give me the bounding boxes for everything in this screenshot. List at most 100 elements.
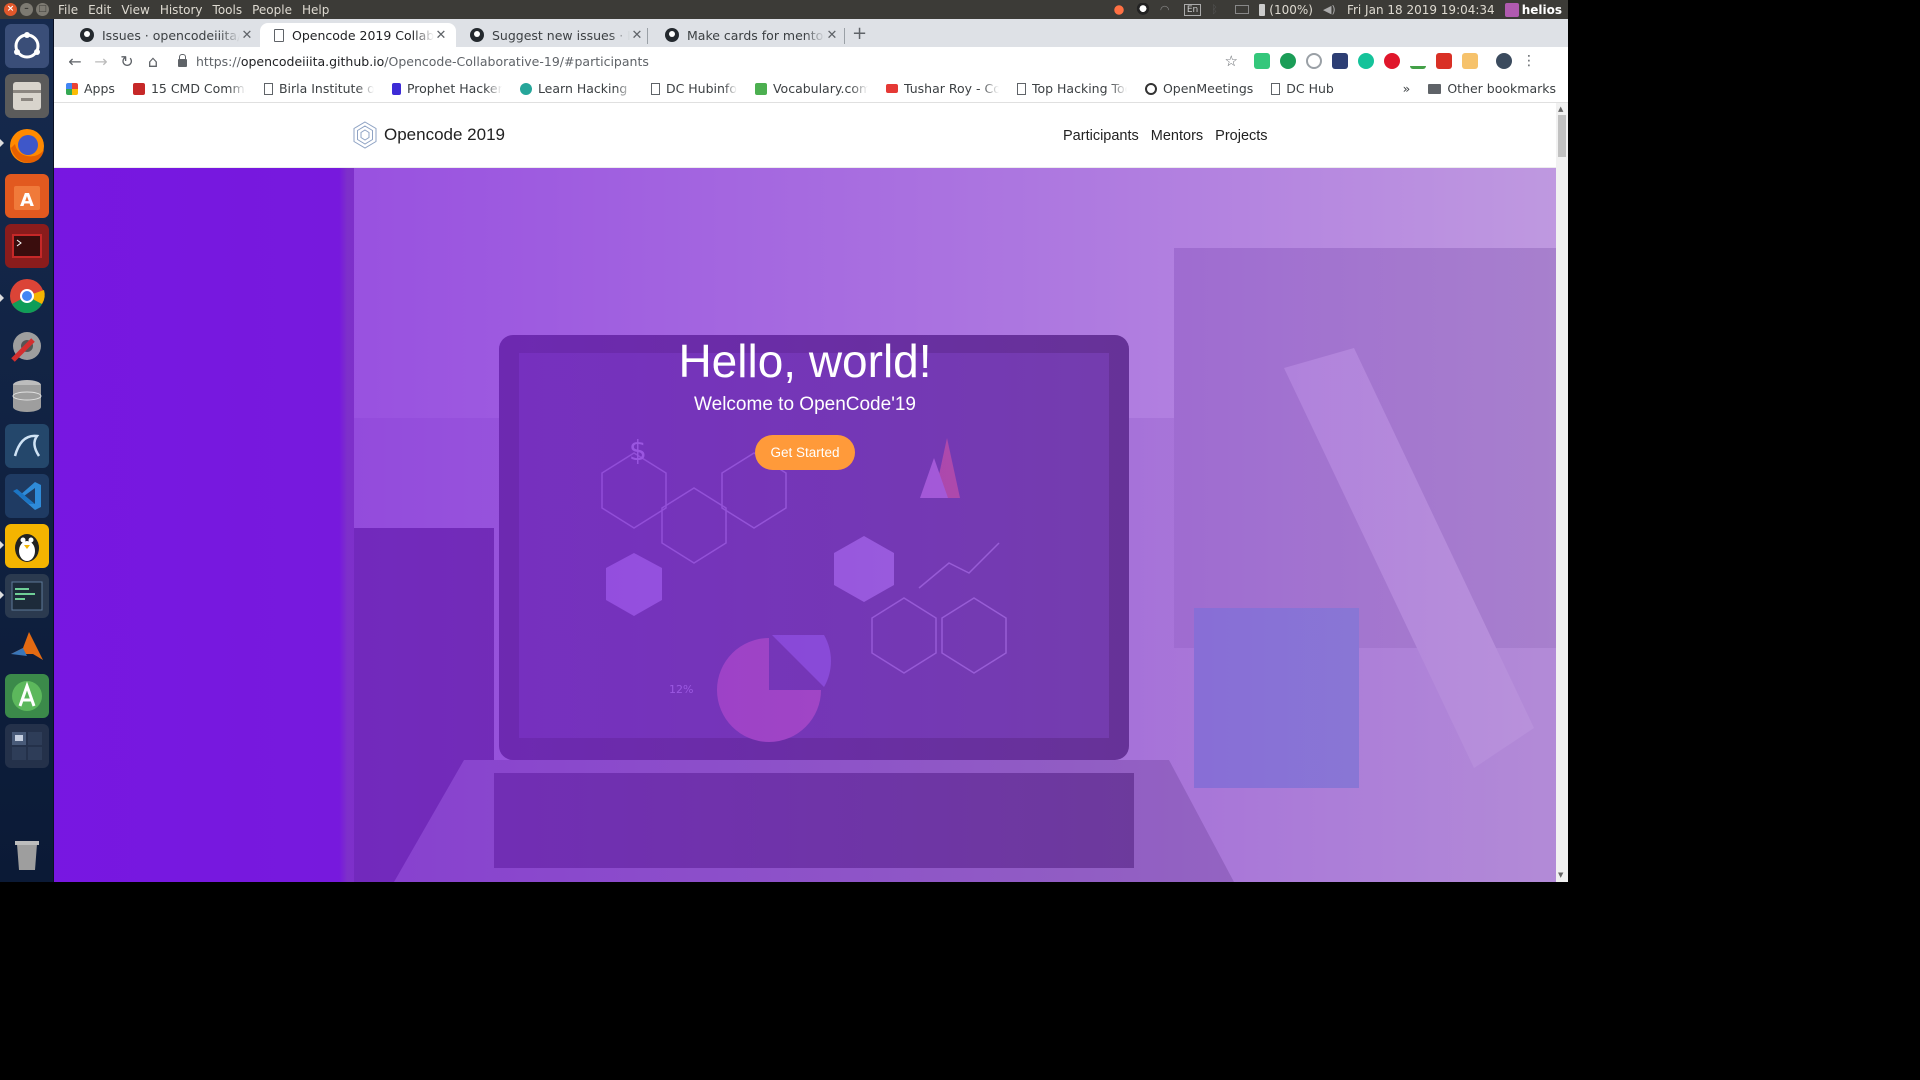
page-icon (1016, 82, 1026, 95)
tux-icon[interactable] (1135, 2, 1150, 17)
back-arrow-icon[interactable]: ← (62, 52, 88, 71)
menu-edit[interactable]: Edit (88, 3, 111, 17)
close-tab-icon[interactable]: ✕ (630, 28, 644, 43)
mail-icon[interactable] (1235, 5, 1250, 14)
tab-title: Suggest new issues · Issue (492, 27, 630, 43)
bookmark-prophet-hacker[interactable]: Prophet Hacker (391, 81, 502, 96)
opera-icon[interactable] (1384, 53, 1400, 69)
brand-name: Opencode 2019 (384, 125, 505, 144)
bookmark-apps[interactable]: Apps (66, 81, 115, 96)
tux-active-pip (0, 541, 4, 549)
matlab-icon[interactable] (5, 624, 49, 668)
terminal-icon[interactable] (5, 574, 49, 618)
bookmark-top-hacking[interactable]: Top Hacking Too (1016, 81, 1127, 96)
bookmark-tushar-roy[interactable]: Tushar Roy - Cod (885, 81, 999, 96)
chrome-menu-icon[interactable]: ⋮ (1522, 53, 1536, 69)
extension-badge-icon[interactable] (1280, 53, 1296, 69)
close-tab-icon[interactable]: ✕ (434, 28, 448, 43)
get-started-button[interactable]: Get Started (755, 435, 855, 470)
vscode-icon[interactable] (5, 474, 49, 518)
keyboard-layout-indicator[interactable]: En (1183, 3, 1202, 16)
site-brand[interactable]: Opencode 2019 (350, 120, 505, 150)
extension-red-icon[interactable] (1436, 53, 1452, 69)
bookmark-birla[interactable]: Birla Institute of (263, 81, 374, 96)
close-tab-icon[interactable]: ✕ (825, 28, 839, 43)
new-tab-button[interactable]: + (852, 23, 867, 44)
profile-avatar-icon[interactable] (1496, 53, 1512, 69)
nav-mentors[interactable]: Mentors (1151, 128, 1203, 144)
tab-strip: Issues · opencodeiiita/Op ✕ Opencode 201… (54, 19, 1568, 47)
extension-blue-icon[interactable] (1332, 53, 1348, 69)
close-tab-icon[interactable]: ✕ (240, 28, 254, 43)
apps-grid-icon (66, 82, 78, 95)
menu-help[interactable]: Help (302, 3, 329, 17)
app-menu: File Edit View History Tools People Help (54, 3, 329, 17)
mysql-workbench-icon[interactable] (5, 424, 49, 468)
url-host: opencodeiiita.github.io (240, 53, 385, 69)
scroll-up-arrow-icon[interactable]: ▲ (1558, 105, 1563, 113)
extension-download-icon[interactable] (1410, 53, 1426, 69)
dash-home-icon[interactable] (5, 24, 49, 68)
tux-app-icon[interactable] (5, 524, 49, 568)
bookmark-dc-hub[interactable]: DC Hub (1271, 81, 1334, 96)
scroll-down-arrow-icon[interactable]: ▼ (1558, 871, 1563, 879)
bookmark-star-icon[interactable]: ☆ (1225, 52, 1238, 70)
menu-people[interactable]: People (252, 3, 292, 17)
android-studio-icon[interactable] (5, 674, 49, 718)
chrome-icon[interactable] (5, 274, 49, 318)
forward-arrow-icon[interactable]: → (88, 52, 114, 71)
nav-participants[interactable]: Participants (1063, 128, 1139, 144)
reload-icon[interactable]: ↻ (114, 52, 140, 71)
indicator-icon[interactable] (1111, 2, 1126, 17)
system-settings-icon[interactable] (5, 324, 49, 368)
bookmarks-overflow-chevron-icon[interactable]: » (1403, 81, 1411, 96)
battery-indicator[interactable]: (100%) (1259, 3, 1313, 17)
maximize-window-button[interactable]: □ (36, 3, 49, 16)
firefox-icon[interactable] (5, 124, 49, 168)
other-bookmarks[interactable]: Other bookmarks (1428, 81, 1556, 96)
home-icon[interactable]: ⌂ (140, 52, 166, 71)
browser-toolbar: ← → ↻ ⌂ https://opencodeiiita.github.io /… (54, 47, 1568, 75)
close-window-button[interactable]: × (4, 3, 17, 16)
bookmark-cmd[interactable]: 15 CMD Commar (132, 81, 246, 96)
extension-green-icon[interactable] (1254, 53, 1270, 69)
bookmark-dc-hubinfo[interactable]: DC Hubinfo (650, 81, 737, 96)
software-center-icon[interactable]: A (5, 174, 49, 218)
menu-view[interactable]: View (121, 3, 149, 17)
page-scrollbar[interactable]: ▲ ▼ (1556, 103, 1568, 882)
bookmark-vocabulary[interactable]: Vocabulary.com (754, 81, 868, 96)
terminal-app-icon[interactable] (5, 224, 49, 268)
menu-file[interactable]: File (58, 3, 78, 17)
bluetooth-icon[interactable]: ᛒ (1211, 3, 1225, 17)
database-icon[interactable] (5, 374, 49, 418)
tab-mentor-cards[interactable]: Make cards for mentors. ✕ (651, 23, 847, 47)
files-icon[interactable] (5, 74, 49, 118)
extension-box-icon[interactable] (1462, 53, 1478, 69)
bookmark-label: Vocabulary.com (772, 81, 868, 96)
volume-icon[interactable]: ◀) (1323, 3, 1337, 17)
clock[interactable]: Fri Jan 18 2019 19:04:34 (1347, 3, 1495, 17)
menu-history[interactable]: History (160, 3, 203, 17)
user-name: helios (1521, 2, 1562, 17)
minimize-window-button[interactable]: – (20, 3, 33, 16)
folder-icon (1428, 83, 1442, 94)
extension-grey-icon[interactable] (1306, 53, 1322, 69)
tab-opencode[interactable]: Opencode 2019 Collabora ✕ (260, 23, 456, 47)
flag-icon (391, 82, 401, 95)
scrollbar-thumb[interactable] (1558, 115, 1566, 157)
address-bar[interactable]: https://opencodeiiita.github.io/Opencode… (174, 50, 1254, 72)
nav-projects[interactable]: Projects (1215, 128, 1267, 144)
grammarly-icon[interactable] (1358, 53, 1374, 69)
web-page: Opencode 2019 Participants Mentors Proje… (54, 103, 1556, 882)
wifi-icon[interactable]: ◠ (1160, 3, 1174, 17)
tab-suggest-issues[interactable]: Suggest new issues · Issue ✕ (456, 23, 652, 47)
hero-purple-overlay (54, 168, 1556, 882)
tab-issues[interactable]: Issues · opencodeiiita/Op ✕ (66, 23, 262, 47)
bookmark-learn-hacking[interactable]: Learn Hacking : (519, 81, 633, 96)
user-menu[interactable]: helios (1504, 2, 1562, 17)
menu-tools[interactable]: Tools (213, 3, 243, 17)
trash-icon[interactable] (5, 832, 49, 876)
bookmark-openmeetings[interactable]: OpenMeetings (1144, 81, 1253, 96)
workspace-switcher-icon[interactable] (5, 724, 49, 768)
lock-icon[interactable] (178, 54, 187, 67)
